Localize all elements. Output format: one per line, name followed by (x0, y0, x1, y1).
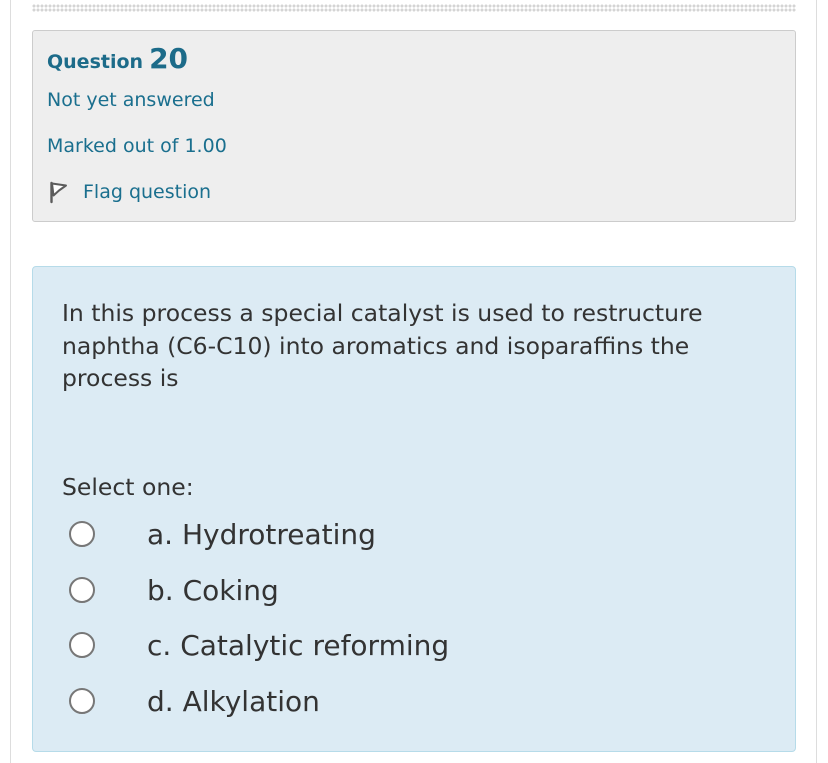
question-formulation: In this process a special catalyst is us… (32, 266, 796, 752)
question-info-panel: Question 20 Not yet answered Marked out o… (32, 30, 796, 222)
radio-button-b[interactable] (69, 577, 95, 603)
answer-option-b[interactable]: b. Coking (69, 570, 669, 610)
flag-icon[interactable] (47, 180, 71, 204)
radio-button-a[interactable] (69, 521, 95, 547)
question-number: 20 (149, 42, 189, 75)
answer-option-label[interactable]: c. Catalytic reforming (147, 629, 449, 662)
answer-option-label[interactable]: d. Alkylation (147, 685, 320, 718)
question-state: Not yet answered (47, 89, 215, 111)
radio-button-d[interactable] (69, 688, 95, 714)
dotted-divider (32, 4, 796, 12)
question-heading: Question 20 (47, 42, 188, 75)
answer-option-a[interactable]: a. Hydrotreating (69, 514, 669, 554)
question-label: Question (47, 51, 144, 73)
answer-option-label[interactable]: a. Hydrotreating (147, 518, 376, 551)
answer-options: a. Hydrotreating b. Coking c. Catalytic … (33, 267, 795, 751)
answer-option-label[interactable]: b. Coking (147, 574, 279, 607)
flag-question-label[interactable]: Flag question (83, 181, 211, 203)
question-grade: Marked out of 1.00 (47, 135, 227, 157)
flag-question-button[interactable]: Flag question (47, 177, 211, 207)
radio-button-c[interactable] (69, 632, 95, 658)
answer-option-c[interactable]: c. Catalytic reforming (69, 625, 669, 665)
answer-option-d[interactable]: d. Alkylation (69, 681, 669, 721)
